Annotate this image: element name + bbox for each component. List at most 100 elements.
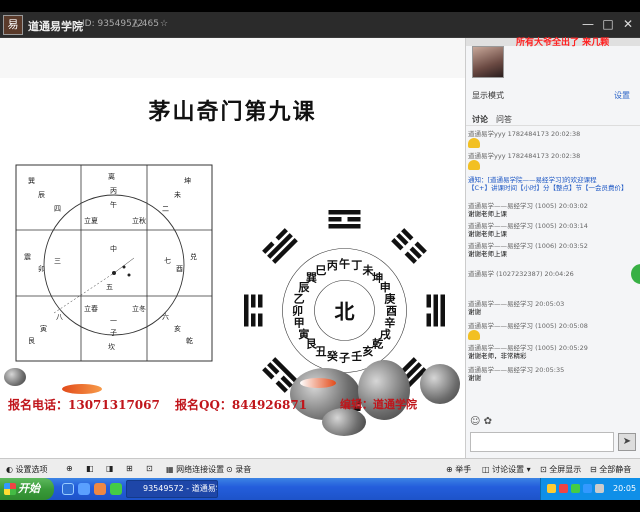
tool-button[interactable]: ⊞ xyxy=(126,464,133,473)
svg-text:丙: 丙 xyxy=(110,187,117,195)
svg-text:寅: 寅 xyxy=(40,324,47,333)
list-item: 道通易学yyy 1782484173 20:02:38 xyxy=(468,130,638,150)
display-mode-settings-button[interactable]: 设置 xyxy=(614,90,630,101)
bagua-ring-label: 庚 xyxy=(384,291,395,305)
svg-text:二: 二 xyxy=(162,205,169,213)
mute-all-button[interactable]: ⊟ 全部静音 xyxy=(590,464,631,475)
bagua-ring-label: 亥 xyxy=(363,344,374,358)
volume-icon[interactable] xyxy=(595,484,604,493)
slide-title: 茅山奇门第九课 xyxy=(148,99,317,125)
bagua-ring-label: 丑 xyxy=(316,345,327,358)
bagua-ring-label: 乾 xyxy=(372,337,383,351)
svg-text:四: 四 xyxy=(54,205,61,213)
list-item: 道通易学——易经学习 (1005) 20:03:02 谢谢老师上课 xyxy=(468,202,588,218)
svg-text:六: 六 xyxy=(162,312,169,321)
svg-text:立春: 立春 xyxy=(84,304,98,313)
tray-icon[interactable] xyxy=(547,484,556,493)
start-button[interactable]: 开始 xyxy=(0,478,54,500)
side-panel: 所有大爷全出了 来几颗 显示模式 设置 讨论 问答 道通易学yyy 178248… xyxy=(465,38,640,458)
trigram-巽 xyxy=(262,228,298,264)
send-button[interactable]: ➤ xyxy=(618,433,636,451)
slide-header xyxy=(0,38,465,78)
raise-hand-button[interactable]: ⊕ 举手 xyxy=(446,464,471,475)
bagua-ring-label: 癸 xyxy=(326,349,339,363)
list-item: 道通易学yyy 1782484173 20:02:38 xyxy=(468,152,638,172)
trigram-兑 xyxy=(426,294,445,327)
bottom-toolbar: ◐ 设置选项 ⊕ ◧ ◨ ⊞ ⊡ ▦ 网络连接设置 ⊙ 录音 ⊕ 举手 ◫ 讨论… xyxy=(0,458,640,478)
signup-qq: 报名QQ：844926871 xyxy=(175,398,308,412)
svg-text:午: 午 xyxy=(110,200,117,209)
tray-icon[interactable] xyxy=(559,484,568,493)
viewer-count: △ 465 xyxy=(132,19,159,29)
discussion-settings-dropdown[interactable]: ◫ 讨论设置 ▾ xyxy=(482,464,531,475)
settings-options-button[interactable]: ◐ 设置选项 xyxy=(6,464,48,475)
tab-discussion[interactable]: 讨论 xyxy=(472,114,488,125)
bagua-ring-label: 乙 xyxy=(294,292,305,305)
tool-button[interactable]: ⊕ xyxy=(66,464,73,473)
svg-text:卯: 卯 xyxy=(38,264,45,273)
svg-text:一: 一 xyxy=(110,317,117,325)
svg-text:坎: 坎 xyxy=(108,342,115,351)
taskbar-window-item[interactable]: 93549572 - 道通易学院 xyxy=(126,480,218,498)
svg-text:立夏: 立夏 xyxy=(84,216,98,225)
tab-qa[interactable]: 问答 xyxy=(496,114,512,125)
maximize-button[interactable]: □ xyxy=(600,16,616,32)
emoji-icon xyxy=(468,330,480,340)
bagua-ring-label: 丙 xyxy=(327,259,338,272)
app-logo-icon: 易 xyxy=(3,15,23,35)
clock: 20:05 xyxy=(613,484,637,493)
svg-text:震: 震 xyxy=(24,253,31,261)
chat-message-list[interactable]: 道通易学yyy 1782484173 20:02:38 道通易学yyy 1782… xyxy=(468,130,638,392)
bagua-center-label: 北 xyxy=(335,300,355,324)
ie-icon[interactable] xyxy=(62,483,74,495)
bagua-ring-label: 壬 xyxy=(351,349,362,363)
slide-editor: 编辑：道通学院 xyxy=(340,398,417,411)
tray-icon[interactable] xyxy=(571,484,580,493)
network-settings-button[interactable]: ▦ 网络连接设置 xyxy=(166,464,224,475)
chat-tools[interactable]: ☺ ✿ xyxy=(470,416,492,427)
courseware-slide: 茅山奇门第九课 巽辰四 离丙午 坤未二 震卯三 中五 兑酉七 艮寅八 坎子一 乾… xyxy=(0,38,465,458)
bagua-ring-label: 丁 xyxy=(351,259,362,272)
signup-phone: 报名电话：13071317067 xyxy=(8,398,160,412)
svg-text:酉: 酉 xyxy=(176,265,183,273)
trigram-震 xyxy=(244,294,263,327)
svg-text:未: 未 xyxy=(174,190,181,199)
list-item: 道通易学 (1027232387) 20:04:26 xyxy=(468,270,638,278)
app-shortcut-icon[interactable] xyxy=(110,483,122,495)
rock-decoration xyxy=(420,364,460,404)
list-item: 道通易学——易经学习 (1005) 20:05:08 xyxy=(468,322,638,342)
tool-button[interactable]: ◧ xyxy=(86,464,94,473)
rock-decoration xyxy=(4,368,26,386)
svg-text:离: 离 xyxy=(108,172,115,181)
bagua-ring-label: 卯 xyxy=(292,304,303,318)
svg-text:辰: 辰 xyxy=(38,191,45,199)
koi-fish-icon xyxy=(300,378,336,388)
minimize-button[interactable]: — xyxy=(580,16,596,32)
tool-button[interactable]: ⊡ xyxy=(146,464,153,473)
svg-text:艮: 艮 xyxy=(28,337,35,345)
system-notice: 通知：[道通易学院——易经学习]的欢迎课程 【C+】讲课时间【小时】分【整点】节… xyxy=(468,176,628,192)
browser-icon[interactable] xyxy=(94,483,106,495)
list-item: 道通易学——易经学习 (1005) 20:03:14 谢谢老师上课 xyxy=(468,222,588,238)
bagua-ring-label: 酉 xyxy=(386,305,397,318)
windows-flag-icon xyxy=(4,483,16,495)
bagua-ring-label: 巳 xyxy=(316,264,327,277)
svg-text:子: 子 xyxy=(110,329,117,337)
desktop-icon[interactable] xyxy=(78,483,90,495)
trigram-离 xyxy=(328,210,361,229)
tray-icon[interactable] xyxy=(583,484,592,493)
fullscreen-button[interactable]: ⊡ 全屏显示 xyxy=(540,464,581,475)
chat-input[interactable] xyxy=(470,432,614,452)
list-item: 道通易学——易经学习 20:05:03 谢谢 xyxy=(468,300,565,316)
svg-text:坤: 坤 xyxy=(184,176,191,185)
svg-text:立秋: 立秋 xyxy=(132,216,146,225)
svg-text:立冬: 立冬 xyxy=(132,304,146,313)
svg-text:亥: 亥 xyxy=(174,324,181,333)
emoji-icon xyxy=(468,160,480,170)
record-button[interactable]: ⊙ 录音 xyxy=(226,464,251,475)
tool-button[interactable]: ◨ xyxy=(106,464,114,473)
host-avatar[interactable] xyxy=(472,46,504,78)
close-button[interactable]: ✕ xyxy=(620,16,636,32)
bagua-ring-label: 午 xyxy=(339,257,350,271)
favorite-star-icon[interactable]: ☆ xyxy=(160,19,168,29)
